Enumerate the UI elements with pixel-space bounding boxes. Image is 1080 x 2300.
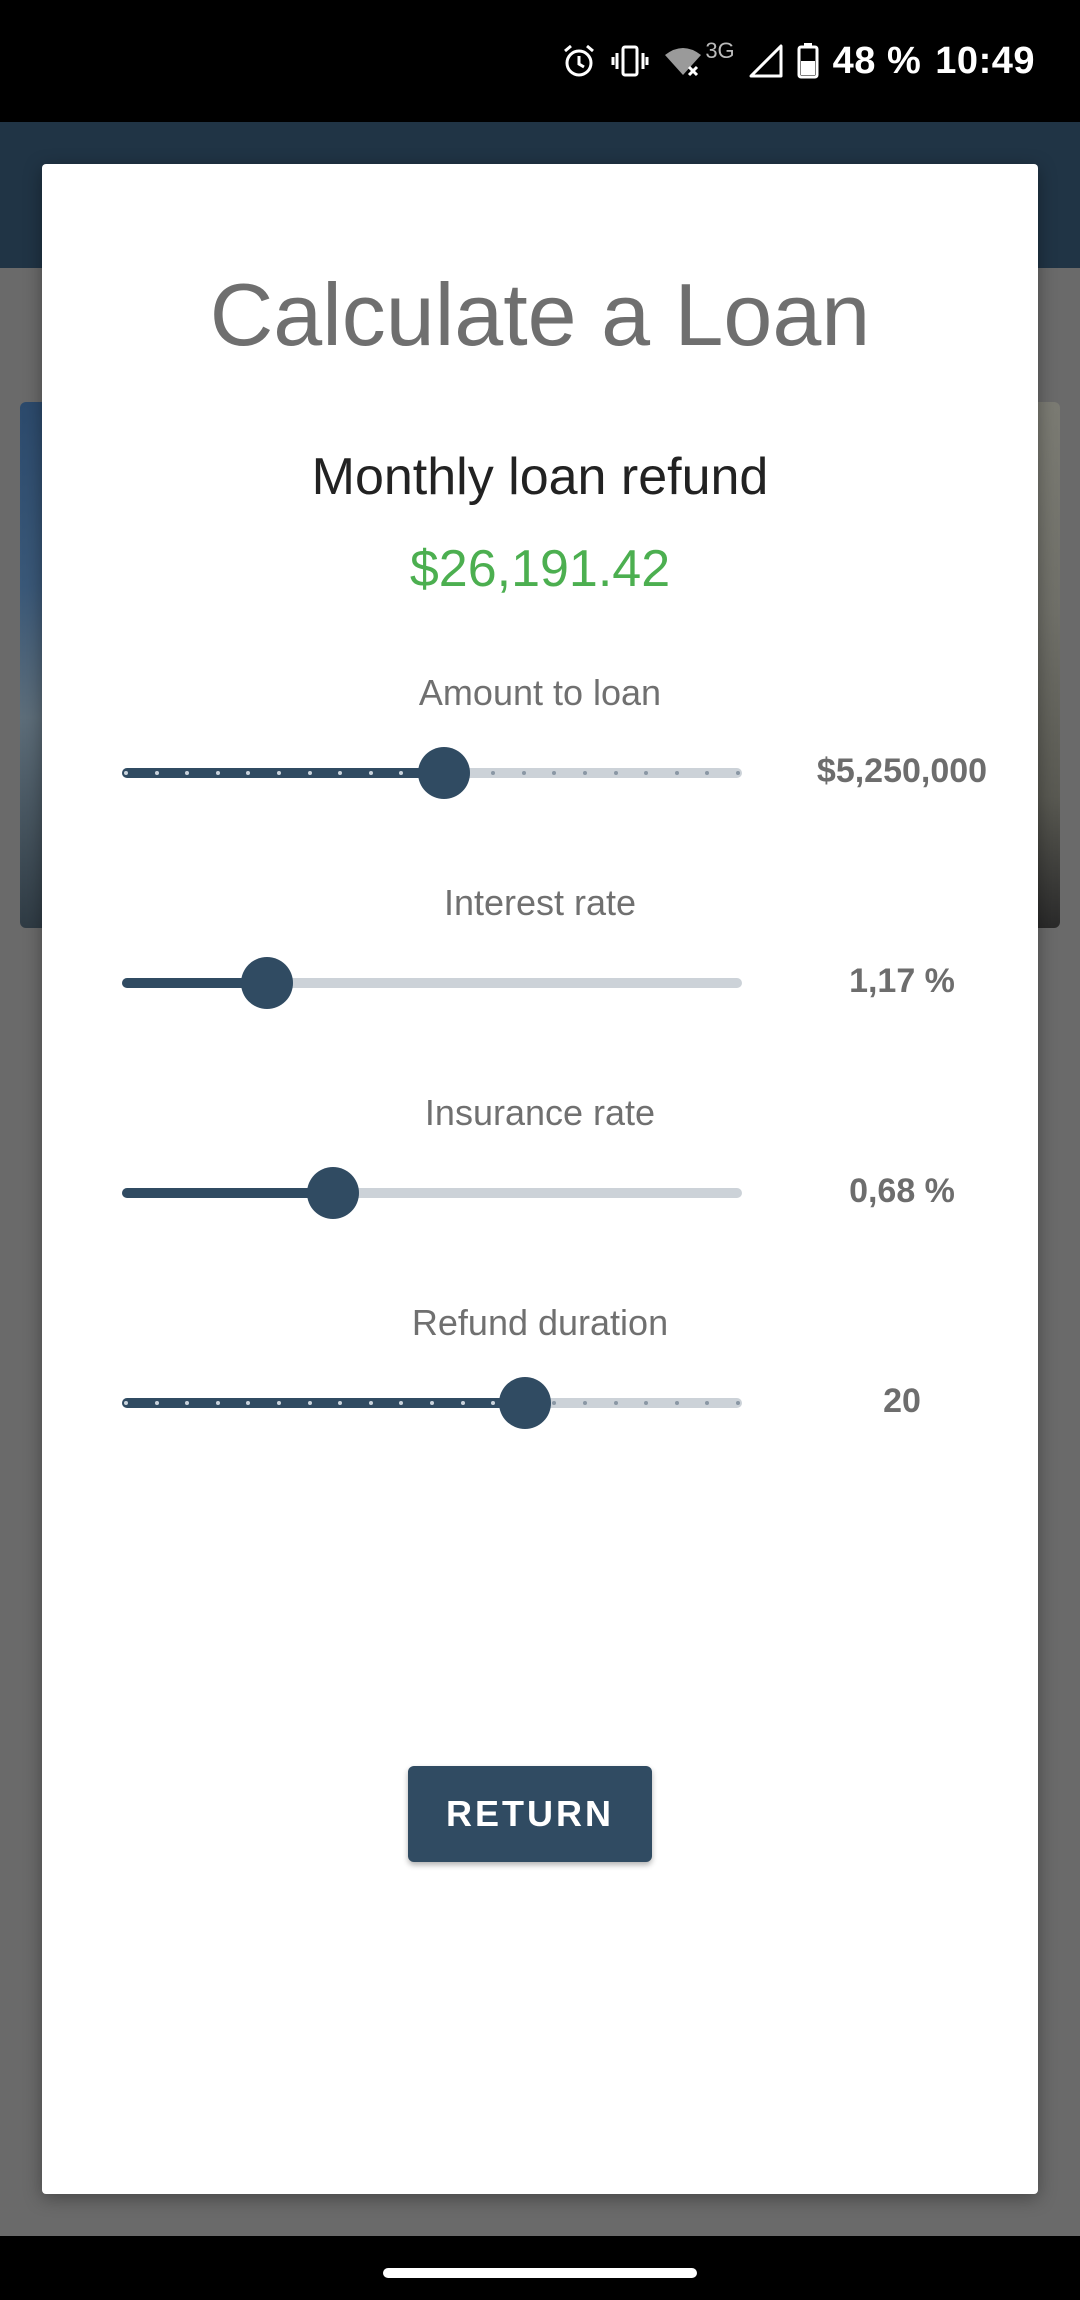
- slider-tick: [154, 771, 159, 775]
- refund-duration-label: Refund duration: [411, 1302, 669, 1343]
- slider-tick: [460, 1401, 465, 1405]
- slider-ticks: [122, 978, 742, 988]
- wifi-off-icon: [663, 36, 703, 86]
- slider-tick: [215, 771, 220, 775]
- insurance-rate-value: 0,68 %: [849, 1172, 955, 1210]
- refund-duration-value: 20: [883, 1382, 921, 1420]
- network-type-label: 3G: [705, 38, 735, 63]
- slider-tick: [613, 771, 618, 775]
- vibrate-icon: [611, 36, 649, 86]
- refund-duration-slider[interactable]: [122, 1377, 742, 1429]
- status-bar: 3G 48 % 10:49: [0, 0, 1080, 122]
- slider-ticks: [122, 1398, 742, 1408]
- slider-tick: [246, 1401, 251, 1405]
- slider-thumb[interactable]: [499, 1377, 551, 1429]
- slider-tick: [307, 1401, 312, 1405]
- slider-tick: [338, 771, 343, 775]
- slider-tick: [582, 771, 587, 775]
- slider-thumb[interactable]: [418, 747, 470, 799]
- slider-tick: [674, 771, 679, 775]
- loan-calculator-dialog: Calculate a Loan Monthly loan refund $26…: [42, 164, 1038, 2194]
- amount-to-loan-slider[interactable]: [122, 747, 742, 799]
- slider-tick: [613, 1401, 618, 1405]
- dialog-title: Calculate a Loan: [209, 265, 871, 364]
- slider-tick: [276, 771, 281, 775]
- slider-tick: [644, 1401, 649, 1405]
- slider-tick: [124, 1401, 128, 1405]
- slider-tick: [521, 771, 526, 775]
- slider-tick: [705, 771, 710, 775]
- return-button[interactable]: RETURN: [408, 1766, 652, 1862]
- monthly-refund-label: Monthly loan refund: [311, 448, 769, 506]
- slider-tick: [124, 771, 128, 775]
- amount-to-loan-value: $5,250,000: [816, 752, 988, 790]
- slider-tick: [735, 1401, 740, 1405]
- slider-tick: [582, 1401, 587, 1405]
- battery-icon: [797, 36, 819, 86]
- slider-ticks: [122, 1188, 742, 1198]
- slider-tick: [368, 1401, 373, 1405]
- home-gesture-handle[interactable]: [383, 2268, 697, 2278]
- signal-icon: [749, 36, 783, 86]
- slider-tick: [674, 1401, 679, 1405]
- interest-rate-label: Interest rate: [443, 882, 637, 923]
- battery-percent: 48 %: [832, 39, 922, 82]
- slider-tick: [154, 1401, 159, 1405]
- insurance-rate-slider[interactable]: [122, 1167, 742, 1219]
- monthly-refund-amount: $26,191.42: [409, 540, 671, 598]
- clock: 10:49: [935, 39, 1035, 82]
- slider-tick: [399, 1401, 404, 1405]
- slider-tick: [215, 1401, 220, 1405]
- slider-thumb[interactable]: [307, 1167, 359, 1219]
- amount-to-loan-label: Amount to loan: [418, 672, 662, 713]
- interest-rate-value: 1,17 %: [849, 962, 955, 1000]
- slider-tick: [246, 771, 251, 775]
- insurance-rate-label: Insurance rate: [424, 1092, 656, 1133]
- slider-tick: [185, 1401, 190, 1405]
- slider-tick: [429, 1401, 434, 1405]
- status-icons: 3G 48 % 10:49: [561, 36, 1035, 86]
- slider-tick: [368, 771, 373, 775]
- slider-thumb[interactable]: [241, 957, 293, 1009]
- slider-tick: [307, 771, 312, 775]
- slider-tick: [185, 771, 190, 775]
- slider-tick: [735, 771, 740, 775]
- slider-tick: [491, 1401, 496, 1405]
- slider-tick: [276, 1401, 281, 1405]
- slider-tick: [399, 771, 404, 775]
- slider-tick: [491, 771, 496, 775]
- slider-tick: [552, 771, 557, 775]
- slider-tick: [705, 1401, 710, 1405]
- slider-tick: [552, 1401, 557, 1405]
- interest-rate-slider[interactable]: [122, 957, 742, 1009]
- slider-tick: [338, 1401, 343, 1405]
- slider-tick: [644, 771, 649, 775]
- alarm-icon: [561, 36, 597, 86]
